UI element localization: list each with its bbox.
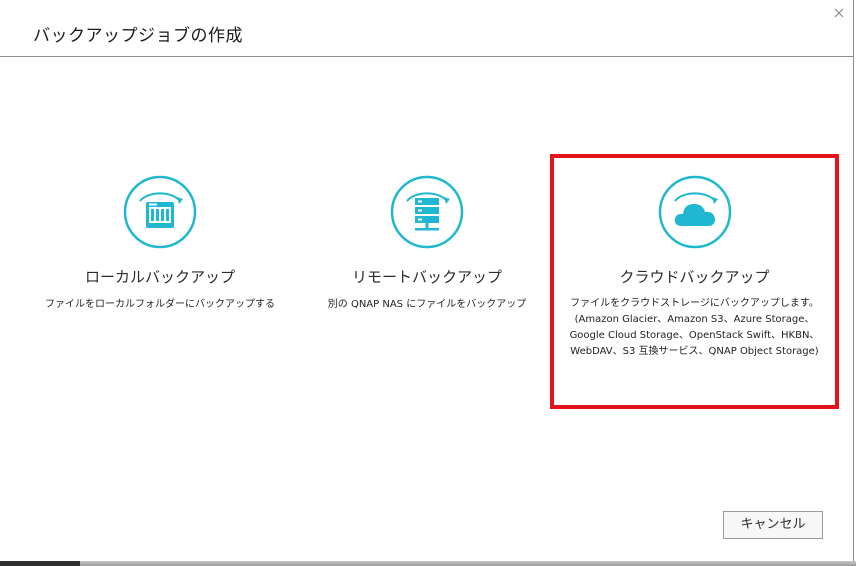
taskbar-edge	[0, 561, 856, 566]
cloud-icon	[658, 175, 731, 249]
option-label: ローカルバックアップ	[84, 268, 235, 286]
option-description: 別の QNAP NAS にファイルをバックアップ	[327, 299, 527, 310]
nas-device-icon	[123, 175, 197, 249]
option-label: リモートバックアップ	[351, 268, 502, 286]
option-local-backup[interactable]: ローカルバックアップ ファイルをローカルフォルダーにバックアップする	[35, 170, 285, 320]
cancel-button[interactable]: キャンセル	[723, 511, 823, 539]
option-label: クラウドバックアップ	[619, 268, 770, 286]
create-backup-job-dialog: バックアップジョブの作成 ローカルバックアップ ファイルをローカルフォルダーにバ…	[0, 0, 854, 561]
option-description: ファイルをクラウドストレージにバックアップします。(Amazon Glacier…	[569, 298, 820, 357]
option-cloud-backup[interactable]: クラウドバックアップ ファイルをクラウドストレージにバックアップします。(Ama…	[550, 154, 839, 409]
taskbar-dark-segment	[0, 561, 80, 566]
option-remote-backup[interactable]: リモートバックアップ 別の QNAP NAS にファイルをバックアップ	[300, 170, 554, 320]
close-icon[interactable]	[832, 6, 846, 20]
dialog-header: バックアップジョブの作成	[0, 0, 854, 57]
option-description: ファイルをローカルフォルダーにバックアップする	[45, 299, 275, 310]
dialog-title: バックアップジョブの作成	[33, 26, 243, 46]
server-rack-icon	[390, 175, 464, 249]
